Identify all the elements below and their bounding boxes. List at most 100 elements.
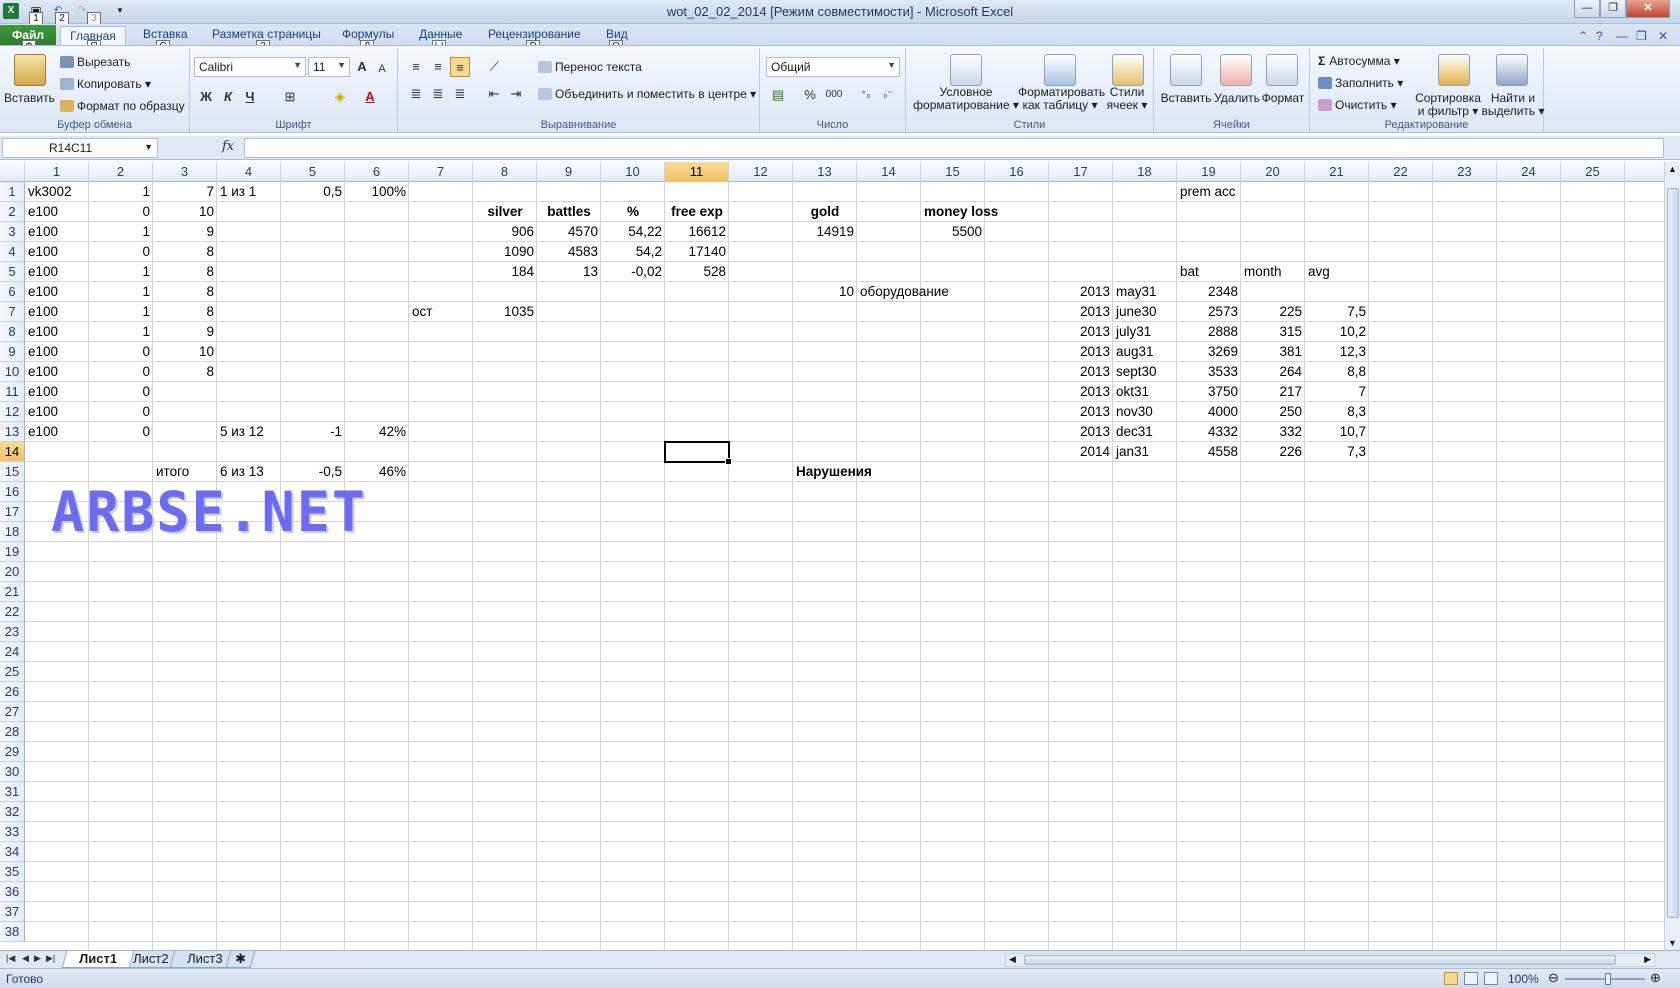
- normal-view-icon[interactable]: [1444, 972, 1458, 985]
- tab-insert[interactable]: Вставка: [143, 27, 188, 41]
- row-header[interactable]: 2: [0, 202, 25, 222]
- wrap-text-button[interactable]: Перенос текста: [538, 60, 642, 74]
- row-header[interactable]: 29: [0, 742, 25, 762]
- cell[interactable]: 2013: [1049, 342, 1113, 362]
- italic-button[interactable]: К: [218, 87, 238, 107]
- format-painter-button[interactable]: Формат по образцу: [60, 99, 185, 113]
- prev-sheet-icon[interactable]: ◀: [22, 953, 29, 964]
- cell[interactable]: dec31: [1113, 422, 1156, 442]
- cell[interactable]: 2888: [1177, 322, 1241, 342]
- cell[interactable]: 7,3: [1305, 442, 1369, 462]
- sort-filter-button[interactable]: Сортировка и фильтр ▾: [1408, 92, 1488, 118]
- fill-button[interactable]: Заполнить ▾: [1318, 76, 1403, 90]
- cell[interactable]: 3269: [1177, 342, 1241, 362]
- row-header[interactable]: 6: [0, 282, 25, 302]
- column-header[interactable]: 2: [89, 162, 153, 182]
- row-header[interactable]: 10: [0, 362, 25, 382]
- cell[interactable]: e100: [25, 222, 61, 242]
- row-header[interactable]: 35: [0, 862, 25, 882]
- sort-filter-icon[interactable]: [1438, 54, 1470, 86]
- cell[interactable]: 14919: [793, 222, 857, 242]
- row-header[interactable]: 12: [0, 402, 25, 422]
- cell[interactable]: оборудование: [857, 282, 952, 302]
- cell[interactable]: -0,5: [281, 462, 345, 482]
- cell[interactable]: 3533: [1177, 362, 1241, 382]
- cell[interactable]: 8,3: [1305, 402, 1369, 422]
- cell[interactable]: e100: [25, 402, 61, 422]
- row-header[interactable]: 3: [0, 222, 25, 242]
- first-sheet-icon[interactable]: |◀: [6, 953, 15, 964]
- zoom-level[interactable]: 100%: [1508, 972, 1539, 986]
- cell[interactable]: -1: [281, 422, 345, 442]
- row-header[interactable]: 19: [0, 542, 25, 562]
- align-left-icon[interactable]: ≣: [406, 84, 426, 104]
- cell[interactable]: 5 из 12: [217, 422, 267, 442]
- column-header[interactable]: 21: [1305, 162, 1369, 182]
- cell[interactable]: Нарушения: [793, 462, 875, 482]
- shrink-font-button[interactable]: A: [372, 59, 392, 79]
- cell[interactable]: e100: [25, 382, 61, 402]
- column-header[interactable]: 11: [665, 162, 729, 182]
- paste-icon[interactable]: [14, 54, 46, 86]
- scroll-down-icon[interactable]: ▼: [1668, 938, 1677, 948]
- insert-sheet-button[interactable]: ✱: [225, 951, 256, 968]
- row-header[interactable]: 8: [0, 322, 25, 342]
- currency-icon[interactable]: ▤: [768, 85, 788, 105]
- cell[interactable]: -0,02: [601, 262, 665, 282]
- cell[interactable]: 2013: [1049, 422, 1113, 442]
- cell[interactable]: 225: [1241, 302, 1305, 322]
- align-top-icon[interactable]: ≡: [406, 57, 426, 77]
- cell[interactable]: итого: [153, 462, 192, 482]
- cell[interactable]: 0: [89, 202, 153, 222]
- cell[interactable]: 17140: [665, 242, 729, 262]
- increase-indent-icon[interactable]: ⇥: [506, 84, 526, 104]
- cell[interactable]: ост: [409, 302, 435, 322]
- align-right-icon[interactable]: ≣: [450, 84, 470, 104]
- column-header[interactable]: 16: [985, 162, 1049, 182]
- cell[interactable]: vk3002: [25, 182, 75, 202]
- column-header[interactable]: 20: [1241, 162, 1305, 182]
- tab-review[interactable]: Рецензирование: [488, 27, 581, 41]
- cell[interactable]: 7: [153, 182, 217, 202]
- cell[interactable]: 9: [153, 322, 217, 342]
- cell[interactable]: 54,22: [601, 222, 665, 242]
- cell[interactable]: aug31: [1113, 342, 1157, 362]
- increase-decimal-icon[interactable]: ⁺₀: [856, 85, 876, 105]
- row-header[interactable]: 1: [0, 182, 25, 202]
- cell[interactable]: 528: [665, 262, 729, 282]
- doc-minimize-icon[interactable]: —: [1616, 29, 1628, 43]
- cell[interactable]: 9: [153, 222, 217, 242]
- cell[interactable]: %: [601, 202, 665, 222]
- row-header[interactable]: 17: [0, 502, 25, 522]
- cell[interactable]: e100: [25, 362, 61, 382]
- row-header[interactable]: 38: [0, 922, 25, 942]
- number-format-select[interactable]: Общий ▼: [766, 57, 900, 77]
- scroll-right-icon[interactable]: ▶: [1644, 954, 1651, 965]
- doc-restore-icon[interactable]: ❐: [1636, 29, 1647, 43]
- cell[interactable]: 0: [89, 422, 153, 442]
- delete-cells-button[interactable]: Удалить: [1212, 92, 1262, 105]
- column-header[interactable]: 10: [601, 162, 665, 182]
- find-select-button[interactable]: Найти и выделить ▾: [1480, 92, 1546, 118]
- next-sheet-icon[interactable]: ▶: [34, 953, 41, 964]
- column-header[interactable]: 6: [345, 162, 409, 182]
- cell[interactable]: 2573: [1177, 302, 1241, 322]
- column-header[interactable]: 5: [281, 162, 345, 182]
- cell[interactable]: silver: [473, 202, 537, 222]
- cell[interactable]: 217: [1241, 382, 1305, 402]
- cell[interactable]: 2013: [1049, 282, 1113, 302]
- cell[interactable]: 0: [89, 362, 153, 382]
- cell[interactable]: 1090: [473, 242, 537, 262]
- percent-button[interactable]: %: [800, 85, 820, 105]
- conditional-format-button[interactable]: Условное форматирование ▾: [910, 86, 1022, 112]
- cell[interactable]: 2013: [1049, 382, 1113, 402]
- horizontal-scrollbar[interactable]: ◀ ▶: [1005, 953, 1655, 967]
- cell[interactable]: 1: [89, 282, 153, 302]
- fill-color-icon[interactable]: ◈: [330, 87, 350, 107]
- cell[interactable]: 42%: [345, 422, 409, 442]
- name-box[interactable]: R14C11 ▼: [2, 138, 158, 158]
- conditional-format-icon[interactable]: [950, 54, 982, 86]
- row-header[interactable]: 23: [0, 622, 25, 642]
- merge-center-button[interactable]: Объединить и поместить в центре ▾: [538, 87, 756, 101]
- cut-button[interactable]: Вырезать: [60, 55, 130, 69]
